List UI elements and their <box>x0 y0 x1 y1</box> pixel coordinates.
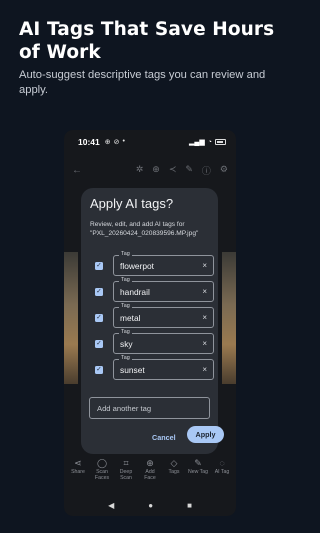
tag-field[interactable]: Tag sky × <box>113 329 214 354</box>
clear-icon[interactable]: × <box>202 339 207 348</box>
share-icon: ⋖ <box>74 458 82 468</box>
clear-icon[interactable]: × <box>202 287 207 296</box>
tag-value: metal <box>120 313 141 323</box>
tags-icon: ◇ <box>170 458 178 468</box>
tag-field-label: Tag <box>119 355 132 361</box>
tag-row: ✓ Tag sky × <box>94 329 215 355</box>
bottom-action-bar: ⋖ Share ◯ Scan Faces ⌗ Deep Scan ⊕ Add F… <box>64 458 236 492</box>
new-tag-action[interactable]: ✎ New Tag <box>187 458 209 492</box>
ai-tag-icon: ◌ <box>219 458 225 468</box>
action-label: AI Tag <box>214 469 230 475</box>
tag-row: ✓ Tag metal × <box>94 303 215 329</box>
viewer-toolbar: ← ✲ ⊕ ≺ ✎ ⓘ ⚙ <box>64 158 236 182</box>
notification-icons: ⊕ ⊘ • <box>105 138 125 146</box>
arrow-left-icon[interactable]: ← <box>72 165 82 176</box>
tag-field-label: Tag <box>119 251 132 257</box>
tag-checkbox[interactable]: ✓ <box>95 314 103 322</box>
tag-value: handrail <box>120 287 150 297</box>
share-icon[interactable]: ≺ <box>169 164 177 177</box>
tag-field-label: Tag <box>119 329 132 335</box>
zoom-icon[interactable]: ⊕ <box>152 164 160 177</box>
photo-edge-right <box>222 252 236 384</box>
wifi-icon: ◔ <box>207 138 212 146</box>
tag-field[interactable]: Tag sunset × <box>113 355 214 380</box>
nav-back-icon[interactable]: ◀ <box>108 501 114 510</box>
action-label: Share <box>71 469 85 475</box>
tag-row: ✓ Tag sunset × <box>94 355 215 381</box>
action-label: Scan Faces <box>94 469 110 481</box>
tag-field[interactable]: Tag handrail × <box>113 277 214 302</box>
status-time: 10:41 <box>78 137 100 147</box>
scan-faces-action[interactable]: ◯ Scan Faces <box>91 458 113 492</box>
system-icons: ▂▄▆ ◔ <box>189 138 226 146</box>
apply-ai-tags-dialog: Apply AI tags? Review, edit, and add AI … <box>81 188 224 454</box>
photo-edge-left <box>64 252 78 384</box>
tag-checkbox[interactable]: ✓ <box>95 366 103 374</box>
clear-icon[interactable]: × <box>202 261 207 270</box>
battery-icon <box>215 139 226 145</box>
edit-icon[interactable]: ✎ <box>185 164 193 177</box>
notification-icon: ⊘ <box>113 139 120 146</box>
tag-value: sunset <box>120 365 145 375</box>
action-label: Add Face <box>144 469 156 481</box>
nav-home-icon[interactable]: ● <box>148 501 153 510</box>
add-tag-input[interactable]: Add another tag <box>89 397 210 419</box>
system-nav-bar: ◀ ● ■ <box>64 496 236 514</box>
add-face-icon: ⊕ <box>146 458 154 468</box>
notification-icon: • <box>122 138 125 145</box>
tag-row: ✓ Tag handrail × <box>94 277 215 303</box>
tag-field-label: Tag <box>119 303 132 309</box>
tag-checkbox[interactable]: ✓ <box>95 262 103 270</box>
ai-tag-action[interactable]: ◌ AI Tag <box>211 458 233 492</box>
tag-field-label: Tag <box>119 277 132 283</box>
tag-field[interactable]: Tag flowerpot × <box>113 251 214 276</box>
subline: Auto-suggest descriptive tags you can re… <box>19 69 266 96</box>
status-bar: 10:41 ⊕ ⊘ • ▂▄▆ ◔ <box>64 130 236 154</box>
add-face-action[interactable]: ⊕ Add Face <box>139 458 161 492</box>
signal-icon: ▂▄▆ <box>189 139 205 146</box>
phone-screenshot: 10:41 ⊕ ⊘ • ▂▄▆ ◔ ← ✲ ⊕ ≺ ✎ ⓘ ⚙ ⋖ Share <box>64 130 236 516</box>
dialog-description: Review, edit, and add AI tags for "PXL_2… <box>90 221 199 237</box>
apply-button[interactable]: Apply <box>187 426 224 443</box>
action-label: New Tag <box>187 469 209 475</box>
action-label: Tags <box>168 469 180 475</box>
info-icon[interactable]: ⓘ <box>202 164 211 177</box>
share-action[interactable]: ⋖ Share <box>67 458 89 492</box>
tag-value: sky <box>120 339 133 349</box>
gear-icon[interactable]: ⚙ <box>220 164 228 177</box>
notification-icon: ⊕ <box>104 139 111 146</box>
clear-icon[interactable]: × <box>202 313 207 322</box>
deep-scan-action[interactable]: ⌗ Deep Scan <box>115 458 137 492</box>
new-tag-icon: ✎ <box>194 458 202 468</box>
tag-checkbox[interactable]: ✓ <box>95 340 103 348</box>
tag-value: flowerpot <box>120 261 154 271</box>
scan-faces-icon: ◯ <box>96 458 108 468</box>
tag-checkbox[interactable]: ✓ <box>95 288 103 296</box>
tag-row: ✓ Tag flowerpot × <box>94 251 215 277</box>
dialog-title: Apply AI tags? <box>90 196 174 211</box>
deep-scan-icon: ⌗ <box>123 458 129 468</box>
settings-icon[interactable]: ✲ <box>136 164 144 177</box>
action-label: Deep Scan <box>119 469 133 481</box>
cancel-button[interactable]: Cancel <box>152 433 176 442</box>
clear-icon[interactable]: × <box>202 365 207 374</box>
tag-field[interactable]: Tag metal × <box>113 303 214 328</box>
tags-action[interactable]: ◇ Tags <box>163 458 185 492</box>
headline: AI Tags That Save Hours of Work <box>19 19 275 63</box>
nav-recents-icon[interactable]: ■ <box>187 501 192 510</box>
